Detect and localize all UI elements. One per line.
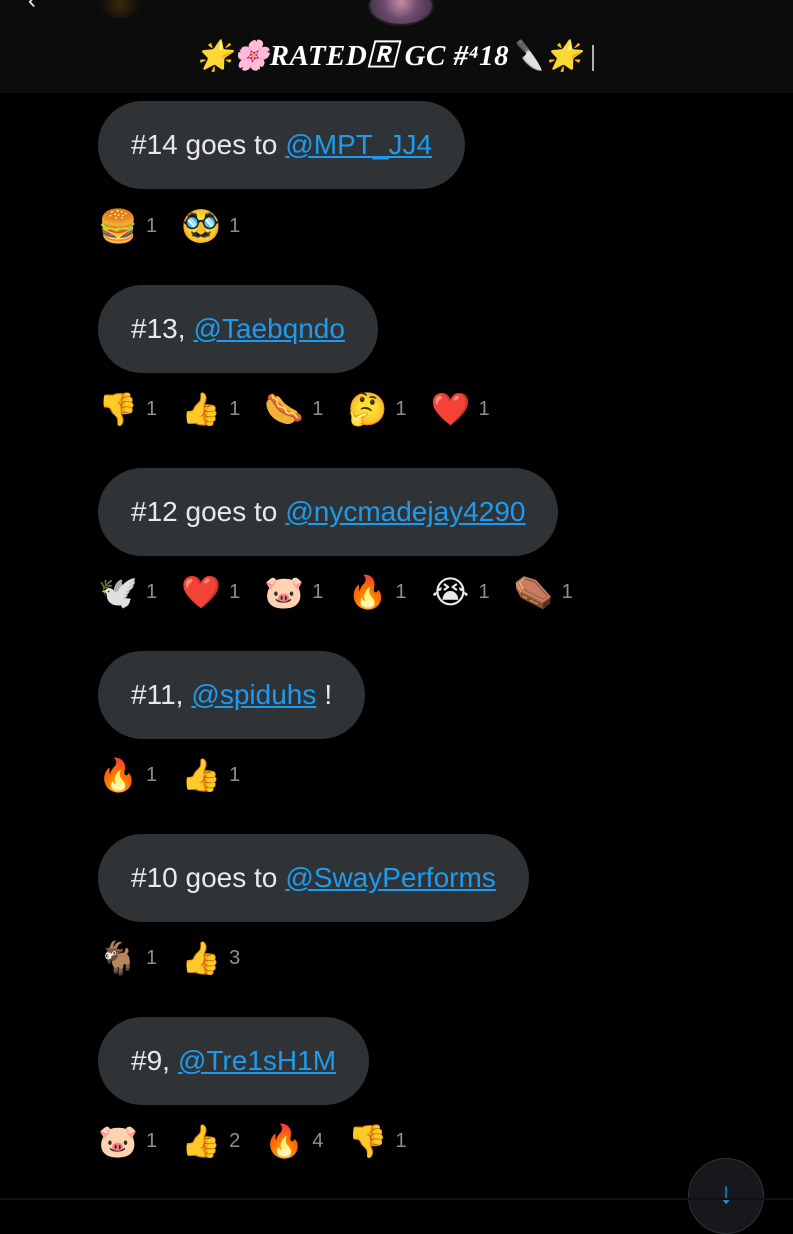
reaction-count: 1 (395, 397, 407, 420)
fire-emoji-icon: 🔥 (264, 1123, 305, 1159)
message-bubble[interactable]: #12 goes to @nycmadejay4290 (98, 468, 559, 556)
reaction-thumbs-up[interactable]: 👍 3 (179, 938, 240, 978)
reaction-count: 1 (561, 580, 573, 603)
text-cursor: | (590, 40, 597, 72)
mention-link[interactable]: @nycmadejay4290 (285, 496, 525, 528)
reaction-fire[interactable]: 🔥 1 (345, 572, 406, 612)
fire-emoji-icon: 🔥 (98, 757, 138, 793)
reaction-count: 3 (229, 946, 241, 969)
chat-header: ‹ 🌟🌸RATED🅁 GC #⁴18🔪🌟 | (0, 0, 793, 93)
message-bubble[interactable]: #9, @Tre1sH1M (98, 1017, 370, 1105)
reaction-heart[interactable]: ❤️ 1 (429, 389, 490, 429)
fire-emoji-icon: 🔥 (347, 574, 388, 610)
arrow-down-icon: ↓ (718, 1177, 734, 1210)
group-avatar[interactable] (368, 0, 434, 26)
reaction-burger[interactable]: 🍔 1 (96, 206, 157, 246)
reaction-count: 1 (146, 946, 158, 969)
crying-emoji-icon: 😭 (431, 574, 470, 610)
disguise-emoji-icon: 🥸 (181, 208, 222, 244)
message-text: #10 goes to (131, 862, 278, 893)
reaction-count: 1 (312, 397, 324, 420)
message-bubble[interactable]: #10 goes to @SwayPerforms (98, 834, 529, 922)
reaction-coffin[interactable]: ⚰️ 1 (512, 572, 573, 612)
mention-link[interactable]: @SwayPerforms (285, 862, 495, 894)
reaction-count: 4 (312, 1129, 324, 1152)
mention-link[interactable]: @Tre1sH1M (178, 1045, 336, 1077)
reaction-count: 2 (229, 1129, 241, 1152)
reaction-hotdog[interactable]: 🌭 1 (262, 389, 323, 429)
reaction-count: 1 (395, 580, 407, 603)
chevron-left-icon[interactable]: ‹ (28, 0, 46, 13)
reaction-thinking[interactable]: 🤔 1 (345, 389, 406, 429)
reaction-crying[interactable]: 😭 1 (429, 572, 490, 612)
reaction-fire[interactable]: 🔥 1 (96, 755, 157, 795)
reaction-count: 1 (395, 1129, 407, 1152)
reaction-pig[interactable]: 🐷 1 (96, 1121, 157, 1161)
reaction-count: 1 (478, 580, 490, 603)
reaction-disguise[interactable]: 🥸 1 (179, 206, 240, 246)
reaction-count: 1 (146, 214, 158, 237)
thinking-emoji-icon: 🤔 (347, 391, 388, 427)
thumbs-up-emoji-icon: 👍 (181, 1123, 222, 1159)
goat-emoji-icon: 🐐 (98, 940, 138, 976)
message-bubble[interactable]: #11, @spiduhs ! (98, 651, 366, 739)
heart-emoji-icon: ❤️ (430, 391, 471, 427)
reaction-thumbs-up[interactable]: 👍 1 (179, 755, 240, 795)
hotdog-emoji-icon: 🌭 (264, 391, 305, 427)
reaction-fire[interactable]: 🔥 4 (262, 1121, 323, 1161)
scroll-to-bottom-button[interactable]: ↓ (688, 1158, 764, 1234)
reaction-thumbs-up[interactable]: 👍 2 (179, 1121, 240, 1161)
pig-emoji-icon: 🐷 (98, 1123, 138, 1159)
thumbs-up-emoji-icon: 👍 (181, 391, 222, 427)
message-text: #12 goes to (131, 496, 278, 527)
thumbs-down-emoji-icon: 👎 (347, 1123, 388, 1159)
reaction-thumbs-down[interactable]: 👎 1 (345, 1121, 406, 1161)
reaction-row: 👎 1 👍 1 🌭 1 🤔 1 ❤️ 1 (96, 389, 512, 429)
reaction-heart[interactable]: ❤️ 1 (179, 572, 240, 612)
reaction-count: 1 (478, 397, 490, 420)
reaction-count: 1 (146, 580, 158, 603)
thumbs-up-emoji-icon: 👍 (181, 757, 222, 793)
reaction-row: 🍔 1 🥸 1 (96, 206, 262, 246)
reaction-count: 1 (312, 580, 324, 603)
pig-emoji-icon: 🐷 (264, 574, 305, 610)
coffin-emoji-icon: ⚰️ (513, 574, 554, 610)
reaction-count: 1 (229, 580, 241, 603)
message-bubble[interactable]: #13, @Taebqndo (98, 285, 378, 373)
reaction-row: 🐐 1 👍 3 (96, 938, 262, 978)
burger-emoji-icon: 🍔 (98, 208, 138, 244)
mention-link[interactable]: @MPT_JJ4 (285, 129, 432, 161)
header-blur-shape (100, 0, 140, 18)
mention-link[interactable]: @spiduhs (191, 679, 316, 711)
reaction-count: 1 (229, 397, 241, 420)
heart-emoji-icon: ❤️ (181, 574, 222, 610)
message-text: #11, (131, 679, 184, 710)
reaction-count: 1 (229, 763, 241, 786)
thumbs-down-emoji-icon: 👎 (98, 391, 138, 427)
message-suffix: ! (324, 679, 333, 710)
reaction-pig[interactable]: 🐷 1 (262, 572, 323, 612)
reaction-row: 🐷 1 👍 2 🔥 4 👎 1 (96, 1121, 429, 1161)
message-text: #9, (131, 1045, 170, 1076)
chat-title-text: 🌟🌸RATED🅁 GC #⁴18🔪🌟 (196, 40, 583, 72)
reaction-row: 🔥 1 👍 1 (96, 755, 262, 795)
message-bubble[interactable]: #14 goes to @MPT_JJ4 (98, 101, 466, 189)
mention-link[interactable]: @Taebqndo (194, 313, 345, 345)
reaction-count: 1 (146, 397, 158, 420)
reaction-goat[interactable]: 🐐 1 (96, 938, 157, 978)
message-text: #13, (131, 313, 186, 344)
reaction-count: 1 (146, 763, 158, 786)
chat-title[interactable]: 🌟🌸RATED🅁 GC #⁴18🔪🌟 | (0, 32, 793, 74)
reaction-thumbs-down[interactable]: 👎 1 (96, 389, 157, 429)
thumbs-up-emoji-icon: 👍 (181, 940, 222, 976)
reaction-row: 🕊️ 1 ❤️ 1 🐷 1 🔥 1 😭 1 ⚰️ 1 (96, 572, 595, 612)
dove-emoji-icon: 🕊️ (98, 574, 138, 610)
reaction-dove[interactable]: 🕊️ 1 (96, 572, 157, 612)
reaction-count: 1 (146, 1129, 158, 1152)
message-text: #14 goes to (131, 129, 278, 160)
reaction-count: 1 (229, 214, 241, 237)
reaction-thumbs-up[interactable]: 👍 1 (179, 389, 240, 429)
